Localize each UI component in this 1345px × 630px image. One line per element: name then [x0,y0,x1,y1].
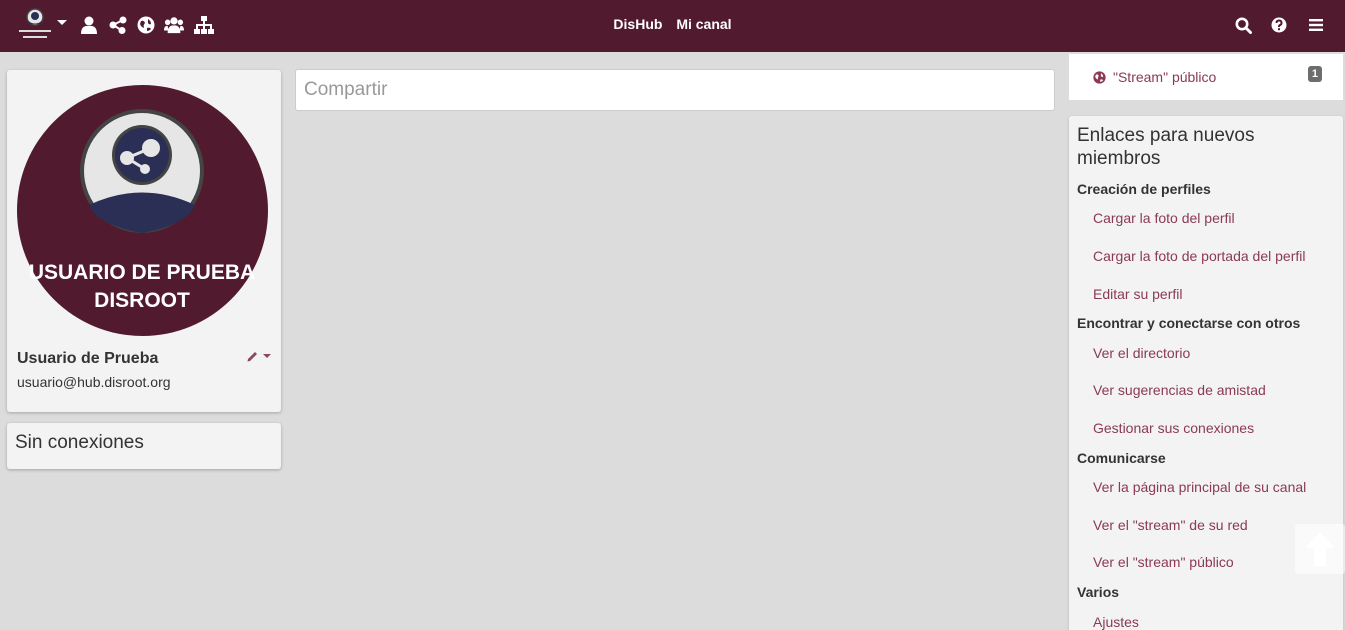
search-icon[interactable] [1233,15,1253,35]
scroll-to-top-button[interactable] [1295,524,1345,574]
globe-icon [1093,71,1106,84]
public-stream-item[interactable]: "Stream" público 1 [1069,54,1343,100]
public-stream-count-badge: 1 [1307,66,1322,82]
pencil-icon [247,352,257,362]
link-upload-profile-photo[interactable]: Cargar la foto del perfil [1093,210,1235,226]
link-manage-connections[interactable]: Gestionar sus conexiones [1093,420,1254,436]
profile-name[interactable]: Usuario de Prueba [17,350,158,368]
link-edit-profile[interactable]: Editar su perfil [1093,286,1182,302]
profile-edit-button[interactable] [247,350,271,362]
my-channel-link[interactable]: Mi canal [676,16,731,32]
svg-text:USUARIO DE PRUEBA: USUARIO DE PRUEBA [29,261,255,284]
chevron-down-icon [263,354,271,358]
top-navbar: DisHub Mi canal [0,0,1345,52]
links-title: Enlaces para nuevos miembros [1077,125,1255,169]
link-directory[interactable]: Ver el directorio [1093,345,1190,361]
nav-center-links: DisHub Mi canal [0,16,1345,32]
share-input[interactable] [295,69,1055,111]
profile-address: usuario@hub.disroot.org [17,374,171,390]
section-heading: Comunicarse [1077,450,1166,466]
section-heading: Varios [1077,584,1120,600]
link-public-stream[interactable]: Ver el "stream" público [1093,554,1234,570]
brand-link[interactable]: DisHub [613,16,662,32]
profile-photo[interactable]: USUARIO DE PRUEBA DISROOT [17,85,268,336]
link-settings[interactable]: Ajustes [1093,614,1139,630]
section-heading: Creación de perfiles [1077,181,1211,197]
help-icon[interactable] [1269,15,1289,35]
link-network-stream[interactable]: Ver el "stream" de su red [1093,517,1248,533]
svg-text:DISROOT: DISROOT [94,289,190,312]
profile-card: USUARIO DE PRUEBA DISROOT Usuario de Pru… [7,70,281,412]
public-stream-label[interactable]: "Stream" público [1113,69,1216,85]
menu-icon[interactable] [1306,15,1326,35]
link-friend-suggestions[interactable]: Ver sugerencias de amistad [1093,382,1266,398]
connections-title: Sin conexiones [15,432,144,453]
section-heading: Encontrar y conectarse con otros [1077,315,1301,331]
link-channel-home[interactable]: Ver la página principal de su canal [1093,479,1306,495]
connections-card: Sin conexiones [7,423,281,469]
link-upload-cover-photo[interactable]: Cargar la foto de portada del perfil [1093,248,1305,264]
arrow-up-icon [1305,532,1335,566]
